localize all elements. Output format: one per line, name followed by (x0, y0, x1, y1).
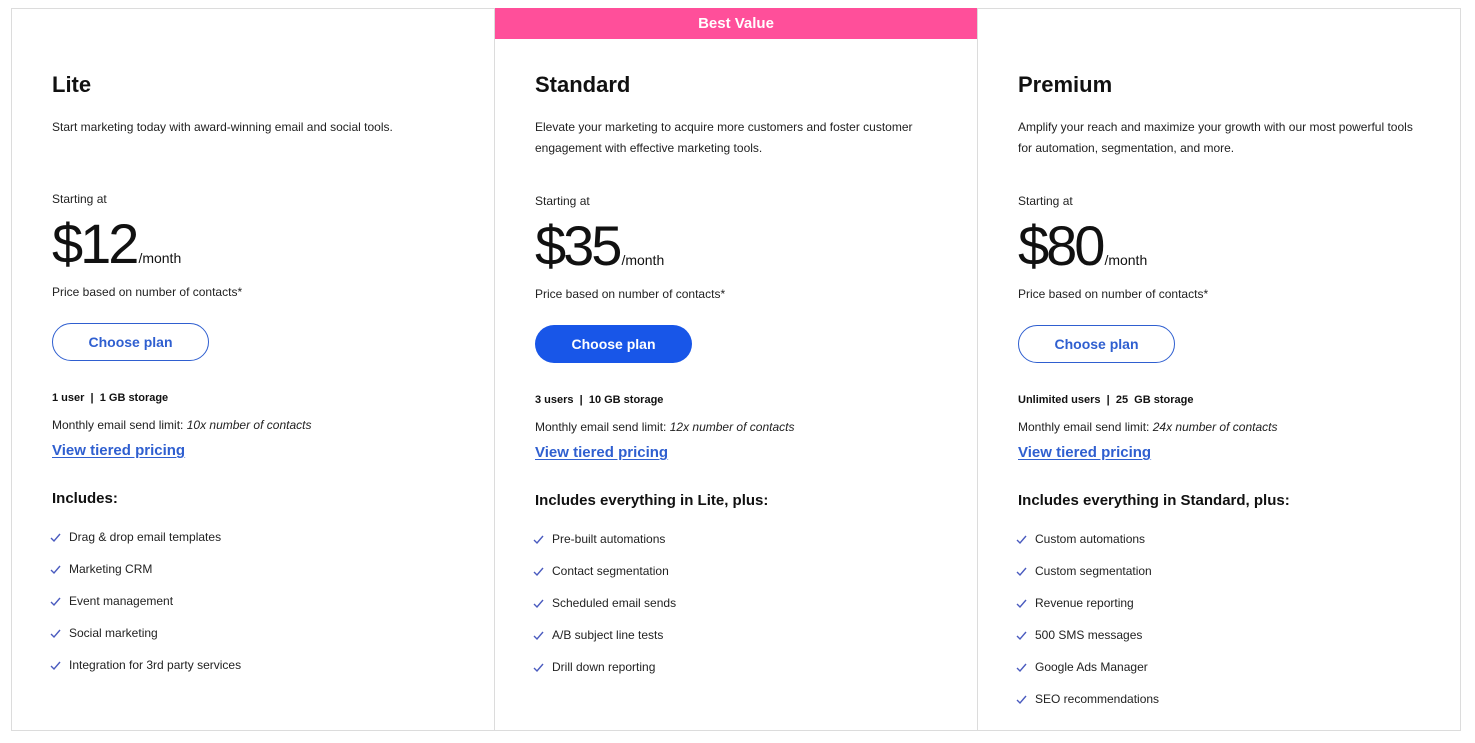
feature-label: Revenue reporting (1035, 596, 1134, 610)
check-icon (1016, 630, 1027, 641)
feature-label: A/B subject line tests (552, 628, 664, 642)
includes-title: Includes: (52, 490, 118, 507)
price-note: Price based on number of contacts* (1018, 287, 1209, 301)
feature-label: Custom automations (1035, 532, 1146, 546)
feature-label: Social marketing (69, 626, 158, 640)
check-icon (50, 564, 61, 575)
feature-item: SEO recommendations (1016, 683, 1159, 715)
feature-label: Pre-built automations (552, 532, 666, 546)
feature-item: Custom segmentation (1016, 555, 1159, 587)
pricing-table: Lite Start marketing today with award-wi… (11, 8, 1461, 731)
feature-item: Drill down reporting (533, 651, 676, 683)
starting-at-label: Starting at (535, 194, 590, 208)
check-icon (533, 630, 544, 641)
plan-specs: 1 user | 1 GB storage (52, 392, 169, 404)
check-icon (533, 662, 544, 673)
send-limit-value: 12x number of contacts (669, 420, 795, 434)
includes-title: Includes everything in Lite, plus: (535, 492, 769, 509)
price-amount: $35 (535, 214, 622, 277)
feature-label: Scheduled email sends (552, 596, 677, 610)
plan-description: Start marketing today with award-winning… (52, 120, 393, 134)
send-limit-value: 24x number of contacts (1152, 420, 1278, 434)
feature-label: SEO recommendations (1035, 692, 1160, 706)
feature-item: Social marketing (50, 617, 241, 649)
send-limit: Monthly email send limit: 24x number of … (1018, 420, 1277, 434)
price-amount: $12 (52, 212, 139, 275)
feature-item: Revenue reporting (1016, 587, 1159, 619)
price-period: /month (621, 252, 665, 268)
send-limit-value: 10x number of contacts (186, 418, 312, 432)
plan-card-premium: Premium Amplify your reach and maximize … (978, 9, 1460, 730)
price-amount: $80 (1018, 214, 1105, 277)
feature-list: Custom automations Custom segmentation R… (1016, 523, 1159, 715)
check-icon (1016, 566, 1027, 577)
includes-title: Includes everything in Standard, plus: (1018, 492, 1290, 509)
choose-plan-button[interactable]: Choose plan (52, 323, 209, 361)
check-icon (1016, 598, 1027, 609)
feature-label: Google Ads Manager (1035, 660, 1148, 674)
feature-label: Integration for 3rd party services (69, 658, 242, 672)
feature-label: Drill down reporting (552, 660, 656, 674)
plan-name: Lite (52, 72, 92, 97)
feature-label: Event management (69, 594, 174, 608)
plan-description: Elevate your marketing to acquire more c… (535, 120, 913, 155)
feature-item: Pre-built automations (533, 523, 676, 555)
feature-item: 500 SMS messages (1016, 619, 1159, 651)
feature-label: Custom segmentation (1035, 564, 1152, 578)
check-icon (533, 566, 544, 577)
starting-at-label: Starting at (1018, 194, 1073, 208)
best-value-badge: Best Value (495, 8, 977, 39)
price: $80 /month (1018, 218, 1147, 274)
plan-card-lite: Lite Start marketing today with award-wi… (12, 9, 495, 730)
send-limit-label: Monthly email send limit: (535, 420, 670, 434)
feature-list: Pre-built automations Contact segmentati… (533, 523, 676, 683)
view-tiered-pricing-link[interactable]: View tiered pricing (52, 442, 185, 459)
feature-item: Marketing CRM (50, 553, 241, 585)
feature-item: Event management (50, 585, 241, 617)
check-icon (50, 628, 61, 639)
send-limit-label: Monthly email send limit: (52, 418, 187, 432)
send-limit: Monthly email send limit: 12x number of … (535, 420, 794, 434)
plan-description: Amplify your reach and maximize your gro… (1018, 120, 1413, 155)
price: $35 /month (535, 218, 664, 274)
check-icon (533, 598, 544, 609)
plan-specs: Unlimited users | 25 GB storage (1018, 394, 1194, 406)
feature-item: Google Ads Manager (1016, 651, 1159, 683)
feature-item: Custom automations (1016, 523, 1159, 555)
plan-name: Standard (535, 72, 631, 97)
feature-label: 500 SMS messages (1035, 628, 1143, 642)
send-limit: Monthly email send limit: 10x number of … (52, 418, 311, 432)
feature-label: Contact segmentation (552, 564, 669, 578)
feature-item: A/B subject line tests (533, 619, 676, 651)
check-icon (1016, 694, 1027, 705)
feature-label: Drag & drop email templates (69, 530, 222, 544)
starting-at-label: Starting at (52, 192, 107, 206)
choose-plan-button[interactable]: Choose plan (535, 325, 692, 363)
check-icon (1016, 662, 1027, 673)
view-tiered-pricing-link[interactable]: View tiered pricing (535, 444, 668, 461)
feature-item: Scheduled email sends (533, 587, 676, 619)
feature-item: Contact segmentation (533, 555, 676, 587)
feature-item: Drag & drop email templates (50, 521, 241, 553)
check-icon (50, 660, 61, 671)
check-icon (533, 534, 544, 545)
plan-card-standard: Best Value Standard Elevate your marketi… (495, 8, 978, 730)
price-note: Price based on number of contacts* (535, 287, 726, 301)
feature-label: Marketing CRM (69, 562, 153, 576)
choose-plan-button[interactable]: Choose plan (1018, 325, 1175, 363)
send-limit-label: Monthly email send limit: (1018, 420, 1153, 434)
feature-list: Drag & drop email templates Marketing CR… (50, 521, 241, 681)
check-icon (50, 532, 61, 543)
plan-name: Premium (1018, 72, 1113, 97)
view-tiered-pricing-link[interactable]: View tiered pricing (1018, 444, 1151, 461)
price-period: /month (1104, 252, 1148, 268)
check-icon (1016, 534, 1027, 545)
price-period: /month (138, 250, 182, 266)
check-icon (50, 596, 61, 607)
price-note: Price based on number of contacts* (52, 285, 243, 299)
feature-item: Integration for 3rd party services (50, 649, 241, 681)
price: $12 /month (52, 216, 181, 272)
plan-specs: 3 users | 10 GB storage (535, 394, 664, 406)
